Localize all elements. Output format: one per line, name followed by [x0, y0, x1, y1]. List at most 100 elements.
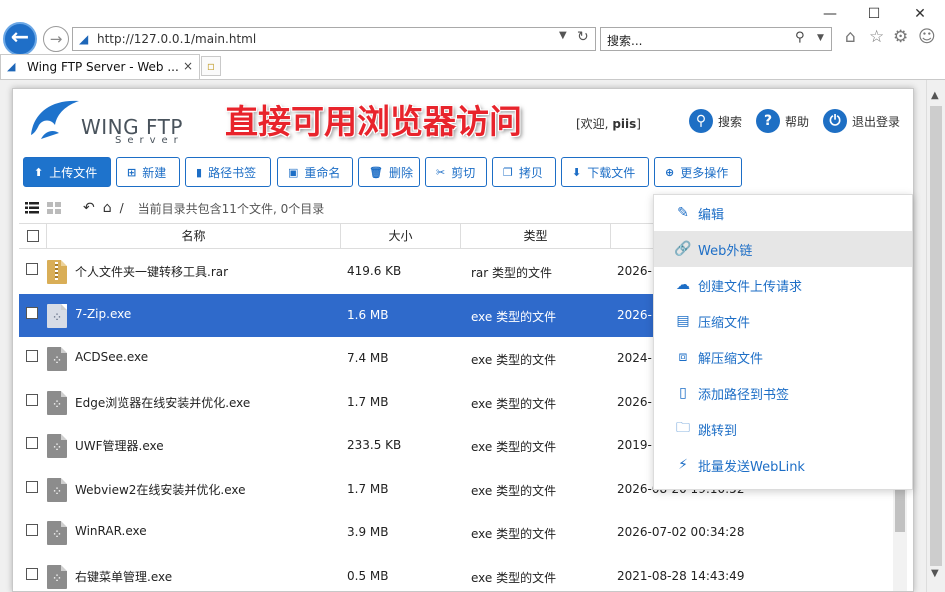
- logout-label: 退出登录: [852, 114, 901, 129]
- file-name[interactable]: WinRAR.exe: [75, 524, 147, 538]
- star-icon[interactable]: ☆: [869, 27, 884, 47]
- welcome-suffix: ]: [636, 117, 641, 131]
- menu-item-extract[interactable]: ⧈ 解压缩文件: [654, 339, 912, 375]
- page-scrollbar[interactable]: ▲ ▼: [926, 80, 945, 592]
- trash-icon: 🗑: [369, 165, 383, 179]
- file-name[interactable]: Edge浏览器在线安装并优化.exe: [75, 394, 250, 411]
- file-name[interactable]: Webview2在线安装并优化.exe: [75, 481, 246, 498]
- row-checkbox[interactable]: [26, 524, 38, 536]
- home-icon[interactable]: ⌂: [845, 27, 856, 47]
- logout-button[interactable]: ⏻ 退出登录: [823, 109, 900, 133]
- refresh-icon[interactable]: ↻: [577, 29, 589, 45]
- table-scrollbar-thumb[interactable]: [895, 490, 905, 532]
- cut-button[interactable]: ✂ 剪切: [425, 157, 487, 187]
- search-icon[interactable]: ⚲: [795, 30, 805, 45]
- chevron-down-icon[interactable]: ▼: [559, 30, 567, 41]
- search-icon: ⚲: [689, 109, 713, 133]
- file-name[interactable]: UWF管理器.exe: [75, 437, 164, 454]
- scroll-up-icon[interactable]: ▲: [931, 90, 939, 101]
- select-all-checkbox-cell[interactable]: [19, 224, 47, 248]
- gear-icon[interactable]: ⚙: [893, 27, 908, 47]
- menu-item-web-link[interactable]: 🔗 Web外链: [654, 231, 912, 267]
- file-name[interactable]: 右键菜单管理.exe: [75, 568, 172, 585]
- edit-icon: ✎: [677, 205, 689, 221]
- browser-search-input[interactable]: 搜索...: [607, 32, 642, 49]
- scrollbar-thumb[interactable]: [930, 106, 942, 566]
- row-checkbox[interactable]: [26, 307, 38, 319]
- row-checkbox[interactable]: [26, 263, 38, 275]
- upload-icon: ⬆: [34, 165, 44, 179]
- file-date: 2026-07-02 00:34:28: [617, 525, 745, 539]
- upload-button[interactable]: ⬆ 上传文件: [23, 157, 111, 187]
- table-row[interactable]: ⁘ 右键菜单管理.exe 0.5 MB exe 类型的文件 2021-08-28…: [19, 555, 891, 591]
- archive-icon: ▤: [676, 313, 690, 329]
- tab-title: Wing FTP Server - Web ...: [27, 60, 179, 74]
- close-window-button[interactable]: ✕: [910, 6, 930, 22]
- menu-item-upload-request[interactable]: ☁ 创建文件上传请求: [654, 267, 912, 303]
- column-name[interactable]: 名称: [47, 224, 341, 248]
- home-icon[interactable]: ⌂: [103, 200, 112, 216]
- menu-item-edit[interactable]: ✎ 编辑: [654, 195, 912, 231]
- scroll-down-icon[interactable]: ▼: [931, 568, 939, 579]
- scissors-icon: ✂: [436, 165, 446, 179]
- menu-item-label: 解压缩文件: [698, 351, 764, 367]
- arrow-right-icon: →: [49, 30, 63, 48]
- menu-item-add-bookmark[interactable]: ▯ 添加路径到书签: [654, 375, 912, 411]
- table-row[interactable]: ⁘ WinRAR.exe 3.9 MB exe 类型的文件 2026-07-02…: [19, 511, 891, 554]
- browser-tab[interactable]: ◢ Wing FTP Server - Web ... ×: [0, 54, 200, 79]
- row-checkbox[interactable]: [26, 394, 38, 406]
- browser-search-box[interactable]: 搜索... ⚲ ▼: [600, 27, 832, 51]
- file-name[interactable]: ACDSee.exe: [75, 350, 148, 364]
- menu-item-compress[interactable]: ▤ 压缩文件: [654, 303, 912, 339]
- menu-item-batch-weblink[interactable]: ⚡ 批量发送WebLink: [654, 447, 912, 483]
- new-button[interactable]: ⊞ 新建: [116, 157, 180, 187]
- file-size: 1.6 MB: [347, 308, 389, 322]
- row-checkbox[interactable]: [26, 437, 38, 449]
- address-url[interactable]: http://127.0.0.1/main.html: [97, 32, 256, 46]
- file-type: exe 类型的文件: [471, 353, 557, 367]
- file-type: exe 类型的文件: [471, 397, 557, 411]
- upload-label: 上传文件: [49, 165, 98, 180]
- new-label: 新建: [142, 165, 167, 180]
- back-button[interactable]: ←: [3, 22, 37, 56]
- more-actions-button[interactable]: ⊕ 更多操作: [654, 157, 742, 187]
- file-type: exe 类型的文件: [471, 440, 557, 454]
- copy-button[interactable]: ❐ 拷贝: [492, 157, 556, 187]
- header-search-button[interactable]: ⚲ 搜索: [689, 109, 742, 133]
- row-checkbox[interactable]: [26, 350, 38, 362]
- file-size: 1.7 MB: [347, 395, 389, 409]
- file-name[interactable]: 7-Zip.exe: [75, 307, 131, 321]
- bookmark-button[interactable]: ▮ 路径书签: [185, 157, 271, 187]
- favicon-icon: ◢: [79, 32, 89, 46]
- new-tab-button[interactable]: ▫: [201, 56, 221, 76]
- banner-caption: 直接可用浏览器访问: [225, 102, 522, 141]
- minimize-button[interactable]: —: [820, 6, 840, 22]
- list-view-icon[interactable]: [25, 202, 39, 214]
- delete-button[interactable]: 🗑 删除: [358, 157, 420, 187]
- file-date: 2021-08-28 14:43:49: [617, 569, 745, 583]
- smiley-icon[interactable]: ☺: [918, 27, 936, 47]
- download-button[interactable]: ⬇ 下载文件: [561, 157, 649, 187]
- file-date: 2019-: [617, 438, 652, 452]
- close-tab-icon[interactable]: ×: [183, 59, 193, 73]
- new-tab-icon: ▫: [206, 59, 216, 73]
- maximize-button[interactable]: ☐: [864, 6, 884, 22]
- file-type: exe 类型的文件: [471, 484, 557, 498]
- current-path[interactable]: /: [120, 201, 124, 215]
- forward-button[interactable]: →: [43, 26, 69, 52]
- menu-item-goto[interactable]: 🗀 跳转到: [654, 411, 912, 447]
- row-checkbox[interactable]: [26, 568, 38, 580]
- exe-icon: ⁘: [47, 565, 67, 589]
- column-size[interactable]: 大小: [341, 224, 461, 248]
- chevron-down-icon[interactable]: ▼: [817, 33, 824, 43]
- rename-button[interactable]: ▣ 重命名: [277, 157, 353, 187]
- rename-icon: ▣: [288, 165, 299, 179]
- help-button[interactable]: ? 帮助: [756, 109, 809, 133]
- select-all-checkbox[interactable]: [26, 230, 39, 242]
- row-checkbox[interactable]: [26, 481, 38, 493]
- file-name[interactable]: 个人文件夹一键转移工具.rar: [75, 263, 228, 280]
- grid-view-icon[interactable]: [47, 202, 61, 214]
- undo-icon[interactable]: ↶: [83, 200, 95, 216]
- column-type[interactable]: 类型: [461, 224, 611, 248]
- address-bar[interactable]: ◢ http://127.0.0.1/main.html ▼ ↻: [72, 27, 596, 51]
